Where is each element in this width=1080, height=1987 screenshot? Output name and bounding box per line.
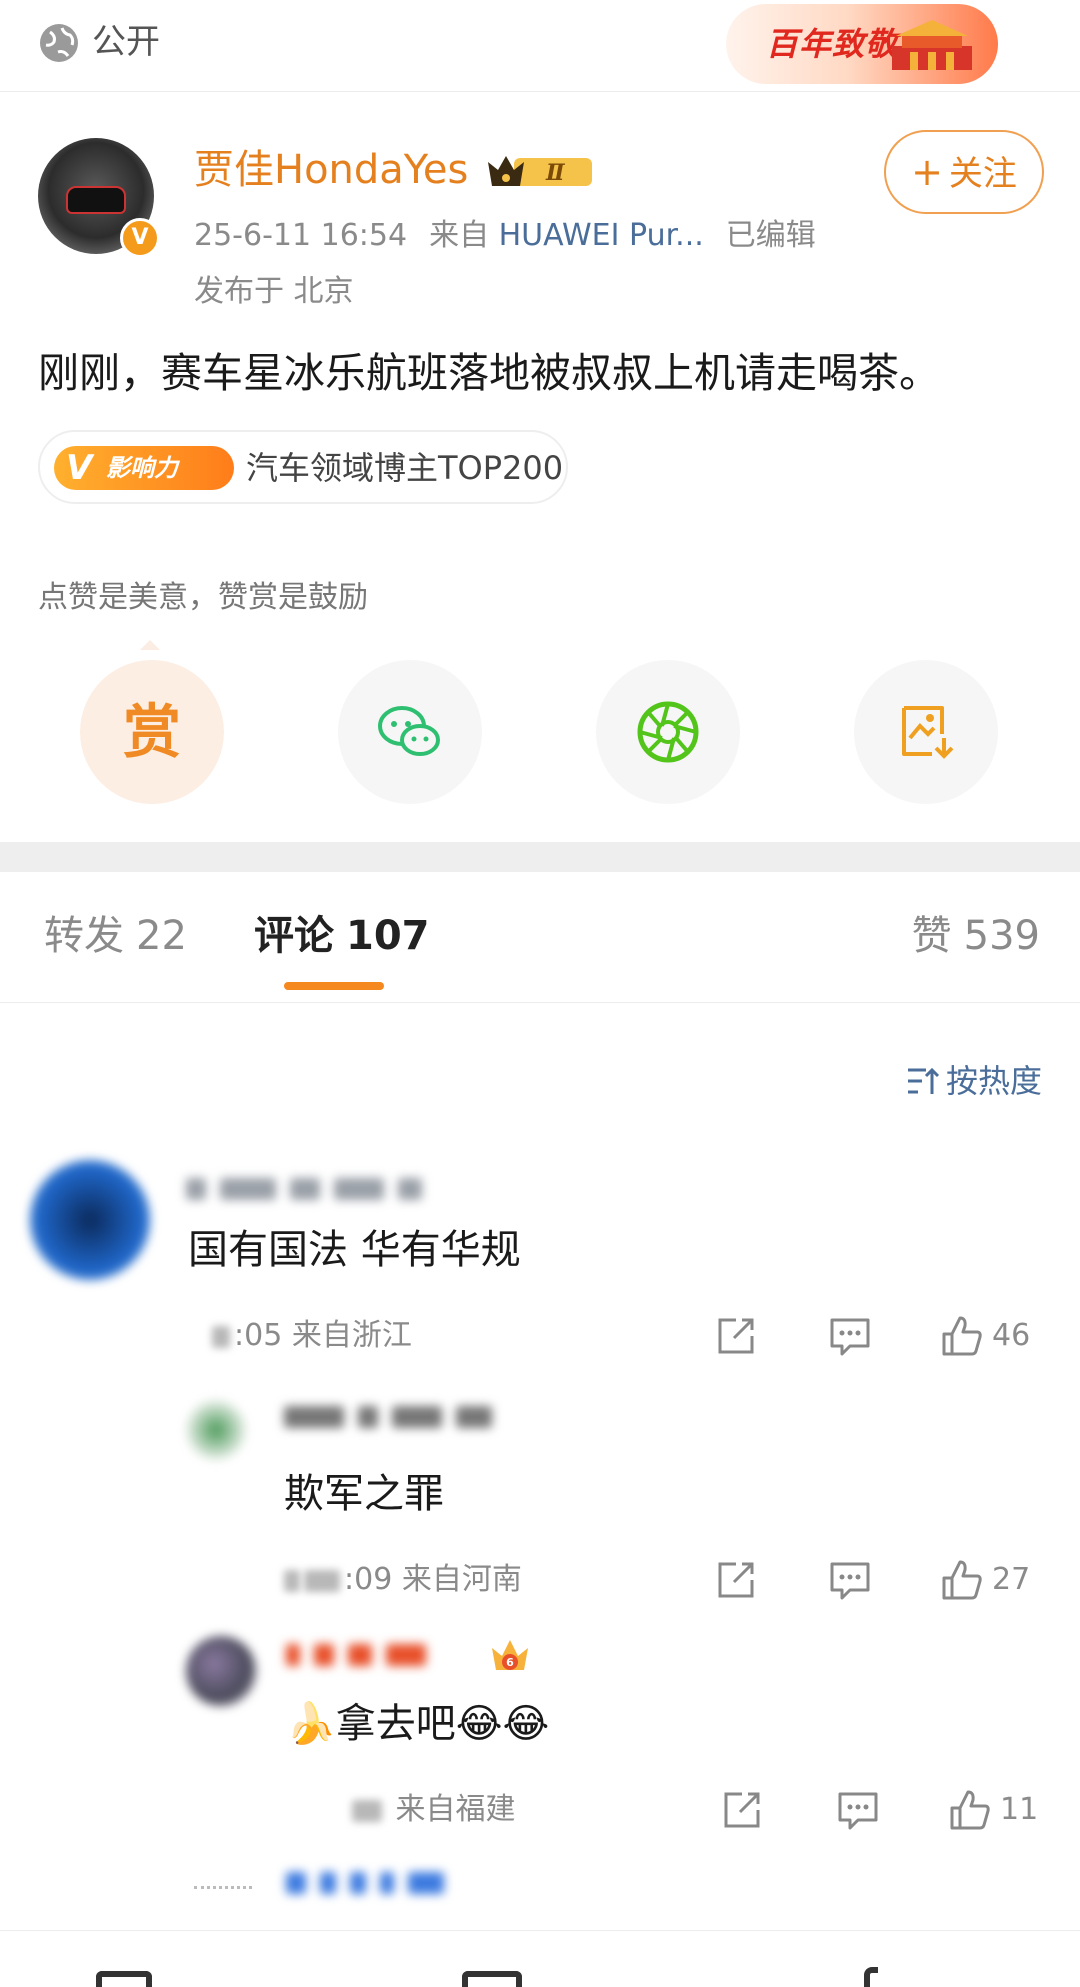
reply-icon[interactable] bbox=[828, 1314, 872, 1358]
tab-comments-label: 评论 bbox=[254, 913, 334, 959]
reward-button[interactable]: 赏 bbox=[80, 660, 224, 804]
comment-meta: 来自福建 bbox=[352, 1788, 516, 1832]
tab-reposts-label: 转发 bbox=[44, 913, 124, 959]
globe-icon bbox=[40, 24, 78, 62]
follow-button[interactable]: + 关注 bbox=[884, 130, 1044, 214]
comment-meta: :09 来自河南 bbox=[284, 1558, 522, 1602]
building-icon bbox=[892, 20, 972, 70]
fan-crown-icon: 6 bbox=[492, 1640, 528, 1670]
influence-v-icon: V bbox=[66, 448, 93, 488]
visibility-label: 公开 bbox=[92, 22, 160, 62]
like-button[interactable]: 27 bbox=[940, 1558, 1030, 1602]
plus-icon: + bbox=[911, 150, 943, 194]
like-count: 11 bbox=[1000, 1792, 1039, 1827]
forward-icon[interactable] bbox=[714, 1314, 758, 1358]
comment-text: 欺军之罪 bbox=[284, 1471, 444, 1517]
tab-reposts[interactable]: 转发 22 bbox=[44, 906, 187, 966]
commenter-avatar[interactable] bbox=[30, 1160, 150, 1280]
comment-time: :05 bbox=[234, 1318, 283, 1353]
commenter-name[interactable] bbox=[284, 1406, 506, 1436]
post-date: 25-6-11 16:54 bbox=[194, 218, 408, 253]
tab-comments-count: 107 bbox=[346, 913, 430, 959]
commenter-name[interactable] bbox=[286, 1872, 458, 1902]
save-image-icon bbox=[902, 706, 954, 759]
sort-icon bbox=[907, 1067, 940, 1094]
forward-icon[interactable] bbox=[714, 1558, 758, 1602]
partial-reply-dots bbox=[194, 1886, 252, 1890]
share-moments-button[interactable] bbox=[596, 660, 740, 804]
comment-location: 来自福建 bbox=[395, 1792, 516, 1827]
wechat-icon bbox=[378, 706, 440, 756]
tab-likes-label: 赞 bbox=[911, 913, 952, 959]
influence-text: 汽车领域博主TOP200 bbox=[246, 449, 564, 487]
like-icon bbox=[950, 1790, 990, 1830]
comment-time: :09 bbox=[344, 1562, 393, 1597]
post-meta: 25-6-11 16:54 来自 HUAWEI Pur... 已编辑 bbox=[194, 214, 816, 258]
tabs-divider bbox=[0, 1002, 1080, 1003]
bottom-bar bbox=[0, 1930, 1080, 1987]
post-location: 发布于 北京 bbox=[194, 274, 354, 309]
follow-label: 关注 bbox=[948, 154, 1017, 194]
influence-badge: V 影响力 bbox=[54, 446, 234, 490]
tab-reposts-count: 22 bbox=[136, 913, 187, 959]
post-text: 刚刚，赛车星冰乐航班落地被叔叔上机请走喝茶。 bbox=[38, 349, 940, 397]
tab-likes[interactable]: 赞 539 bbox=[912, 906, 1040, 966]
comment-location: 来自河南 bbox=[401, 1562, 522, 1597]
comment-text: 🍌拿去吧😂😂 bbox=[286, 1701, 550, 1747]
like-button[interactable]: 46 bbox=[940, 1314, 1030, 1358]
like-icon bbox=[942, 1316, 982, 1356]
comment-location: 来自浙江 bbox=[291, 1318, 412, 1353]
like-count: 27 bbox=[992, 1562, 1031, 1597]
sort-button[interactable]: 按热度 bbox=[906, 1058, 1042, 1104]
member-crown-icon[interactable]: Ⅱ bbox=[484, 148, 596, 192]
sort-label: 按热度 bbox=[945, 1062, 1042, 1100]
moments-icon bbox=[637, 701, 699, 763]
commenter-avatar[interactable] bbox=[186, 1636, 256, 1706]
forward-icon[interactable] bbox=[720, 1788, 764, 1832]
commenter-name[interactable] bbox=[186, 1178, 436, 1208]
top-bar: 公开 百年致敬者 bbox=[0, 0, 1080, 92]
comment-text: 国有国法 华有华规 bbox=[188, 1227, 521, 1273]
comment-meta: :05 来自浙江 bbox=[212, 1314, 412, 1358]
section-divider bbox=[0, 842, 1080, 872]
promo-banner[interactable]: 百年致敬者 bbox=[726, 4, 998, 84]
share-wechat-button[interactable] bbox=[338, 660, 482, 804]
tab-comments[interactable]: 评论 107 bbox=[254, 906, 430, 966]
commenter-avatar[interactable] bbox=[186, 1400, 246, 1460]
car-image bbox=[66, 186, 126, 214]
bottom-bar-icon[interactable] bbox=[96, 1971, 152, 1987]
author-name[interactable]: 贾佳HondaYes bbox=[194, 142, 468, 198]
fan-level: 6 bbox=[506, 1656, 514, 1669]
edited-label[interactable]: 已编辑 bbox=[726, 218, 816, 253]
like-icon bbox=[942, 1560, 982, 1600]
bottom-bar-icon[interactable] bbox=[462, 1971, 522, 1987]
bottom-bar-icon[interactable] bbox=[864, 1967, 878, 1987]
source-prefix: 来自 bbox=[429, 218, 490, 253]
influence-badge-label: 影响力 bbox=[106, 454, 178, 482]
like-button[interactable]: 11 bbox=[948, 1788, 1038, 1832]
tip-arrow bbox=[140, 640, 160, 650]
level-badge-text: Ⅱ bbox=[545, 160, 566, 186]
like-count: 46 bbox=[992, 1318, 1031, 1353]
save-image-button[interactable] bbox=[854, 660, 998, 804]
reward-icon: 赏 bbox=[122, 698, 181, 766]
commenter-name[interactable] bbox=[286, 1644, 440, 1674]
tab-likes-count: 539 bbox=[963, 913, 1040, 959]
reward-tip: 点赞是美意，赞赏是鼓励 bbox=[38, 580, 368, 615]
reply-icon[interactable] bbox=[836, 1788, 880, 1832]
active-tab-indicator bbox=[284, 982, 384, 990]
reply-icon[interactable] bbox=[828, 1558, 872, 1602]
post-source[interactable]: HUAWEI Pur... bbox=[499, 218, 704, 253]
influence-tag[interactable]: V 影响力 汽车领域博主TOP200 bbox=[38, 430, 568, 504]
verified-badge: V bbox=[120, 218, 160, 258]
